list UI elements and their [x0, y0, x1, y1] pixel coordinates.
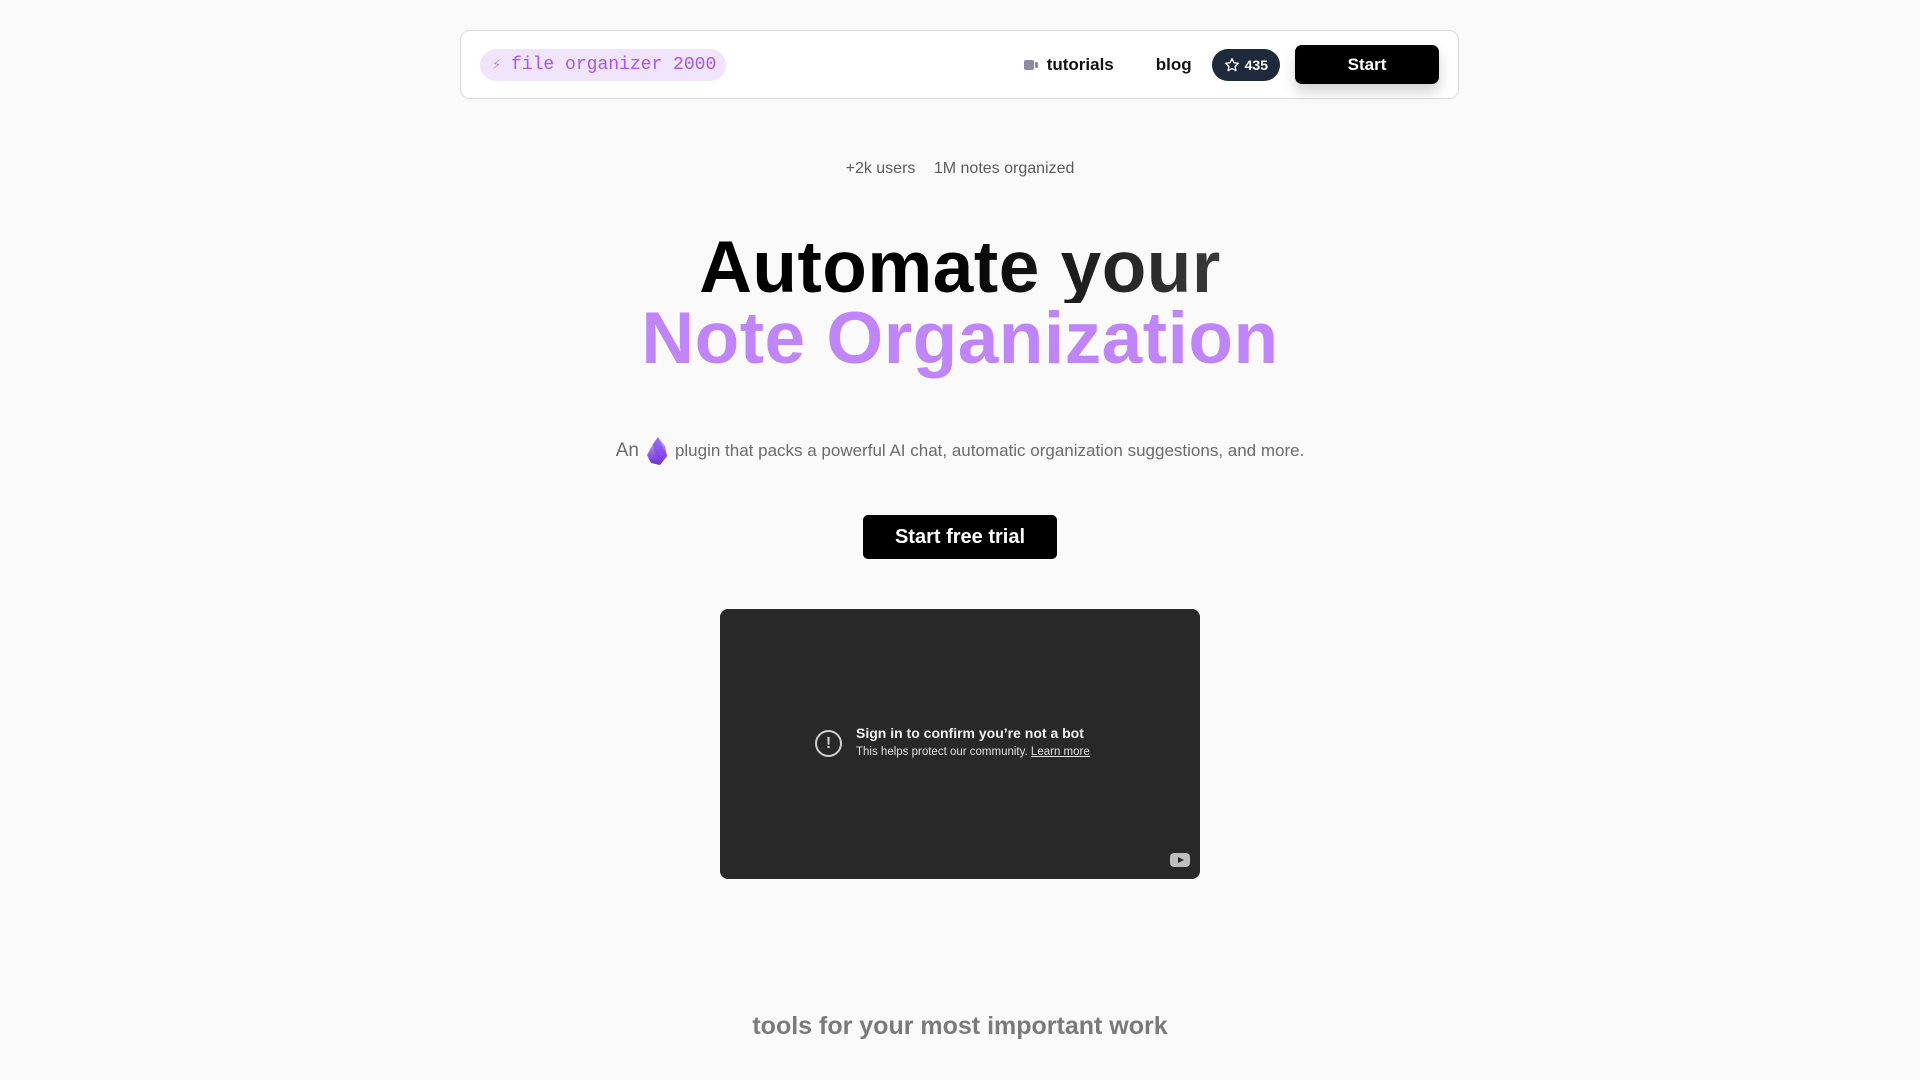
- video-embed[interactable]: ! Sign in to confirm you’re not a bot Th…: [720, 609, 1200, 879]
- learn-more-link[interactable]: Learn more: [1031, 746, 1090, 758]
- video-message-text: Sign in to confirm you’re not a bot This…: [856, 724, 1090, 762]
- logo-text: file organizer 2000: [511, 54, 717, 75]
- video-camera-icon: [1023, 59, 1039, 70]
- stats-row: +2k users 1M notes organized: [0, 160, 1920, 178]
- nav-link-tutorials[interactable]: tutorials: [1023, 54, 1114, 75]
- video-message-subtitle-text: This helps protect our community.: [856, 746, 1028, 758]
- hero-headline: Automate your Note Organization: [0, 227, 1920, 379]
- start-free-trial-button[interactable]: Start free trial: [863, 515, 1057, 559]
- lightning-bolt-icon: ⚡︎: [492, 57, 502, 74]
- headline-line2: Note Organization: [641, 298, 1279, 379]
- github-stars-badge[interactable]: 435: [1211, 48, 1280, 81]
- alert-icon: !: [815, 730, 842, 757]
- nav-link-blog[interactable]: blog: [1156, 55, 1192, 75]
- github-stars-count: 435: [1244, 56, 1268, 73]
- stat-notes: 1M notes organized: [933, 160, 1075, 177]
- video-message-subtitle: This helps protect our community. Learn …: [856, 742, 1090, 762]
- nav-link-blog-label: blog: [1155, 54, 1192, 74]
- youtube-icon[interactable]: [1170, 853, 1190, 867]
- video-bot-check-message: ! Sign in to confirm you’re not a bot Th…: [815, 724, 1090, 762]
- nav-link-tutorials-label: tutorials: [1046, 54, 1114, 74]
- headline-line1: Automate your: [699, 227, 1221, 308]
- stat-users: +2k users: [845, 160, 916, 177]
- star-icon: [1224, 57, 1239, 71]
- start-button[interactable]: Start: [1295, 45, 1439, 84]
- subtitle-text: plugin that packs a powerful AI chat, au…: [674, 441, 1305, 460]
- video-message-title: Sign in to confirm you’re not a bot: [856, 725, 1084, 741]
- top-navbar: ⚡︎ file organizer 2000 tutorials blog 43…: [460, 30, 1459, 99]
- obsidian-icon: [646, 437, 667, 465]
- section-heading: tools for your most important work: [752, 1012, 1168, 1040]
- logo-link[interactable]: ⚡︎ file organizer 2000: [480, 48, 727, 81]
- subtitle-prefix: An: [615, 440, 639, 461]
- hero-subtitle: An plugin that packs a powerful AI chat,…: [0, 436, 1920, 466]
